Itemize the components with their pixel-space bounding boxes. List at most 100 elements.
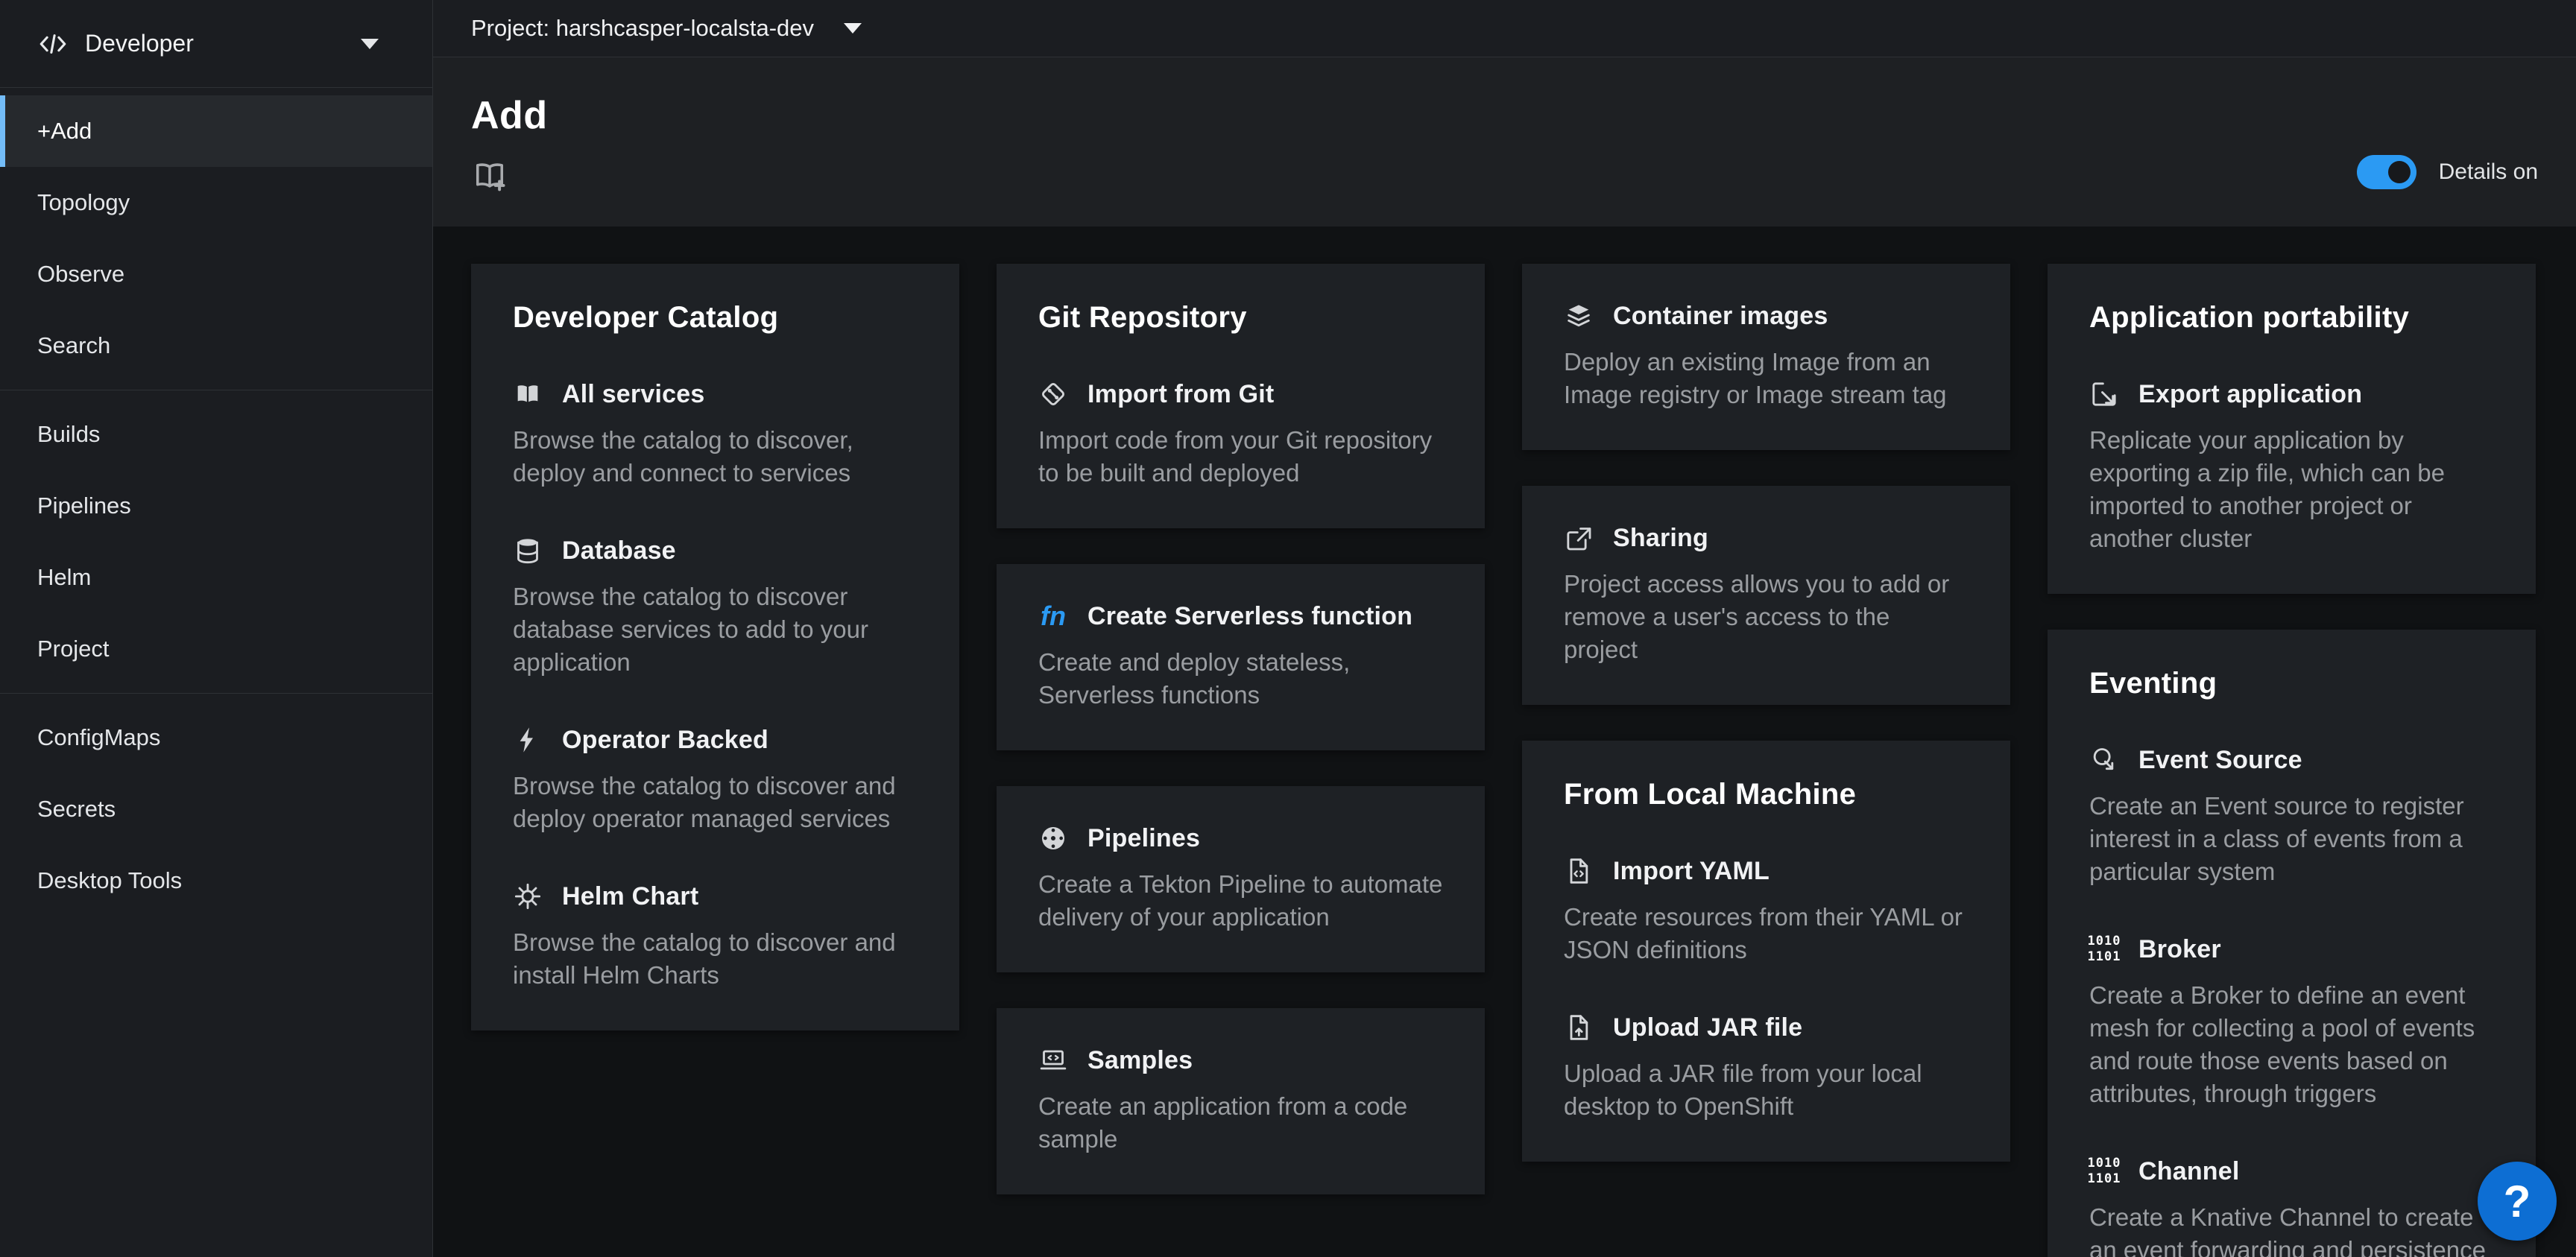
sidebar-nav: +AddTopologyObserveSearch BuildsPipelines…: [0, 88, 432, 916]
card-column: Git RepositoryImport from GitImport code…: [997, 264, 1485, 1194]
bolt-icon: [513, 725, 543, 755]
quickstart-book-plus-icon[interactable]: [471, 157, 508, 194]
item-sharing: Sharing Project access allows you to add …: [1564, 523, 1969, 666]
item-link-pipelines[interactable]: Pipelines: [1038, 823, 1443, 853]
details-toggle-row: Details on: [2357, 155, 2538, 189]
sidebar-item-builds[interactable]: Builds: [0, 399, 432, 470]
item-label: Broker: [2138, 935, 2221, 964]
sidebar-item-add[interactable]: +Add: [0, 95, 432, 167]
card-eventing: Eventing Event Source Create an Event sour…: [2048, 630, 2536, 1257]
item-export-application: Export applicationReplicate your applica…: [2089, 379, 2494, 555]
item-link-channel[interactable]: 10101101 Channel: [2089, 1156, 2494, 1186]
item-operator-backed: Operator Backed Browse the catalog to dis…: [513, 725, 918, 835]
item-label: Operator Backed: [562, 726, 768, 755]
item-description: Create a Tekton Pipeline to automate del…: [1038, 868, 1443, 934]
item-description: Project access allows you to add or remo…: [1564, 568, 1969, 666]
card-title-git-repository: Git Repository: [1038, 301, 1443, 335]
item-description: Create a Knative Channel to create an ev…: [2089, 1201, 2494, 1257]
card-serverless-function: fnCreate Serverless functionCreate and d…: [997, 564, 1485, 750]
item-link-samples[interactable]: Samples: [1038, 1045, 1443, 1075]
item-label: Upload JAR file: [1613, 1013, 1802, 1042]
item-create-serverless-function: fnCreate Serverless functionCreate and d…: [1038, 601, 1443, 712]
help-button[interactable]: ?: [2478, 1162, 2557, 1241]
sidebar-item-observe[interactable]: Observe: [0, 238, 432, 310]
cards-area: Developer Catalog All services Browse the …: [433, 227, 2576, 1257]
sidebar: Developer +AddTopologyObserveSearch Build…: [0, 0, 433, 1257]
item-link-all-services[interactable]: All services: [513, 379, 918, 409]
item-link-event-source[interactable]: Event Source: [2089, 745, 2494, 775]
item-description: Upload a JAR file from your local deskto…: [1564, 1057, 1969, 1123]
pipelines-icon: [1038, 823, 1068, 853]
sidebar-item-helm[interactable]: Helm: [0, 542, 432, 613]
samples-icon: [1038, 1045, 1068, 1075]
item-link-database[interactable]: Database: [513, 536, 918, 566]
card-from-local-machine: From Local Machine Import YAML Create reso…: [1522, 741, 2010, 1162]
sidebar-item-search[interactable]: Search: [0, 310, 432, 381]
item-link-import-from-git[interactable]: Import from Git: [1038, 379, 1443, 409]
upload-jar-icon: [1564, 1013, 1594, 1042]
card-samples: SamplesCreate an application from a code…: [997, 1008, 1485, 1194]
item-link-helm-chart[interactable]: Helm Chart: [513, 881, 918, 911]
item-upload-jar-file: Upload JAR file Upload a JAR file from yo…: [1564, 1013, 1969, 1123]
card-container-images: Container images Deploy an existing Image…: [1522, 264, 2010, 450]
container-images-icon: [1564, 301, 1594, 331]
card-column: Application portabilityExport applicatio…: [2048, 264, 2536, 1257]
item-link-export-application[interactable]: Export application: [2089, 379, 2494, 409]
item-label: Channel: [2138, 1157, 2240, 1186]
item-link-broker[interactable]: 10101101Broker: [2089, 934, 2494, 964]
page-header: Add Details on: [433, 57, 2576, 227]
git-icon: [1038, 379, 1068, 409]
card-column: Container images Deploy an existing Image…: [1522, 264, 2010, 1162]
item-event-source: Event Source Create an Event source to re…: [2089, 745, 2494, 888]
item-description: Browse the catalog to discover database …: [513, 580, 918, 679]
card-title-from-local-machine: From Local Machine: [1564, 778, 1969, 811]
perspective-label: Developer: [85, 30, 194, 57]
chevron-down-icon: [844, 23, 862, 34]
export-application-icon: [2089, 379, 2119, 409]
item-link-import-yaml[interactable]: Import YAML: [1564, 856, 1969, 886]
item-description: Create an Event source to register inter…: [2089, 790, 2494, 888]
item-broker: 10101101BrokerCreate a Broker to define …: [2089, 934, 2494, 1110]
item-label: Pipelines: [1087, 824, 1200, 853]
item-samples: SamplesCreate an application from a code…: [1038, 1045, 1443, 1156]
card-git-repository: Git RepositoryImport from GitImport code…: [997, 264, 1485, 528]
sidebar-item-desktop-tools[interactable]: Desktop Tools: [0, 845, 432, 916]
item-database: Database Browse the catalog to discover d…: [513, 536, 918, 679]
import-yaml-icon: [1564, 856, 1594, 886]
perspective-switcher[interactable]: Developer: [0, 0, 432, 88]
item-import-yaml: Import YAML Create resources from their Y…: [1564, 856, 1969, 966]
item-description: Create resources from their YAML or JSON…: [1564, 901, 1969, 966]
item-description: Browse the catalog to discover and deplo…: [513, 770, 918, 835]
item-label: All services: [562, 380, 704, 409]
item-link-sharing[interactable]: Sharing: [1564, 523, 1969, 553]
sidebar-item-configmaps[interactable]: ConfigMaps: [0, 702, 432, 773]
item-all-services: All services Browse the catalog to discov…: [513, 379, 918, 490]
project-selector-label: Project: harshcasper-localsta-dev: [471, 15, 814, 42]
item-link-upload-jar-file[interactable]: Upload JAR file: [1564, 1013, 1969, 1042]
sidebar-item-secrets[interactable]: Secrets: [0, 773, 432, 845]
item-link-operator-backed[interactable]: Operator Backed: [513, 725, 918, 755]
card-title-developer-catalog: Developer Catalog: [513, 301, 918, 335]
item-label: Import YAML: [1613, 857, 1770, 886]
sidebar-item-project[interactable]: Project: [0, 613, 432, 685]
item-label: Helm Chart: [562, 882, 698, 911]
item-label: Export application: [2138, 380, 2362, 409]
details-toggle[interactable]: [2357, 155, 2416, 189]
project-selector[interactable]: Project: harshcasper-localsta-dev: [433, 0, 2576, 57]
item-link-create-serverless-function[interactable]: fnCreate Serverless function: [1038, 601, 1443, 631]
card-title-eventing: Eventing: [2089, 667, 2494, 700]
item-description: Browse the catalog to discover and insta…: [513, 926, 918, 992]
card-application-portability: Application portabilityExport applicatio…: [2048, 264, 2536, 594]
card-developer-catalog: Developer Catalog All services Browse the …: [471, 264, 959, 1030]
item-label: Sharing: [1613, 524, 1708, 553]
sidebar-item-topology[interactable]: Topology: [0, 167, 432, 238]
item-link-container-images[interactable]: Container images: [1564, 301, 1969, 331]
page-title: Add: [471, 93, 2538, 138]
item-helm-chart: Helm Chart Browse the catalog to discover…: [513, 881, 918, 992]
item-label: Database: [562, 536, 676, 566]
item-label: Container images: [1613, 302, 1828, 331]
item-description: Browse the catalog to discover, deploy a…: [513, 424, 918, 490]
item-description: Deploy an existing Image from an Image r…: [1564, 346, 1969, 411]
channel-icon: 10101101: [2089, 1156, 2119, 1186]
sidebar-item-pipelines[interactable]: Pipelines: [0, 470, 432, 542]
